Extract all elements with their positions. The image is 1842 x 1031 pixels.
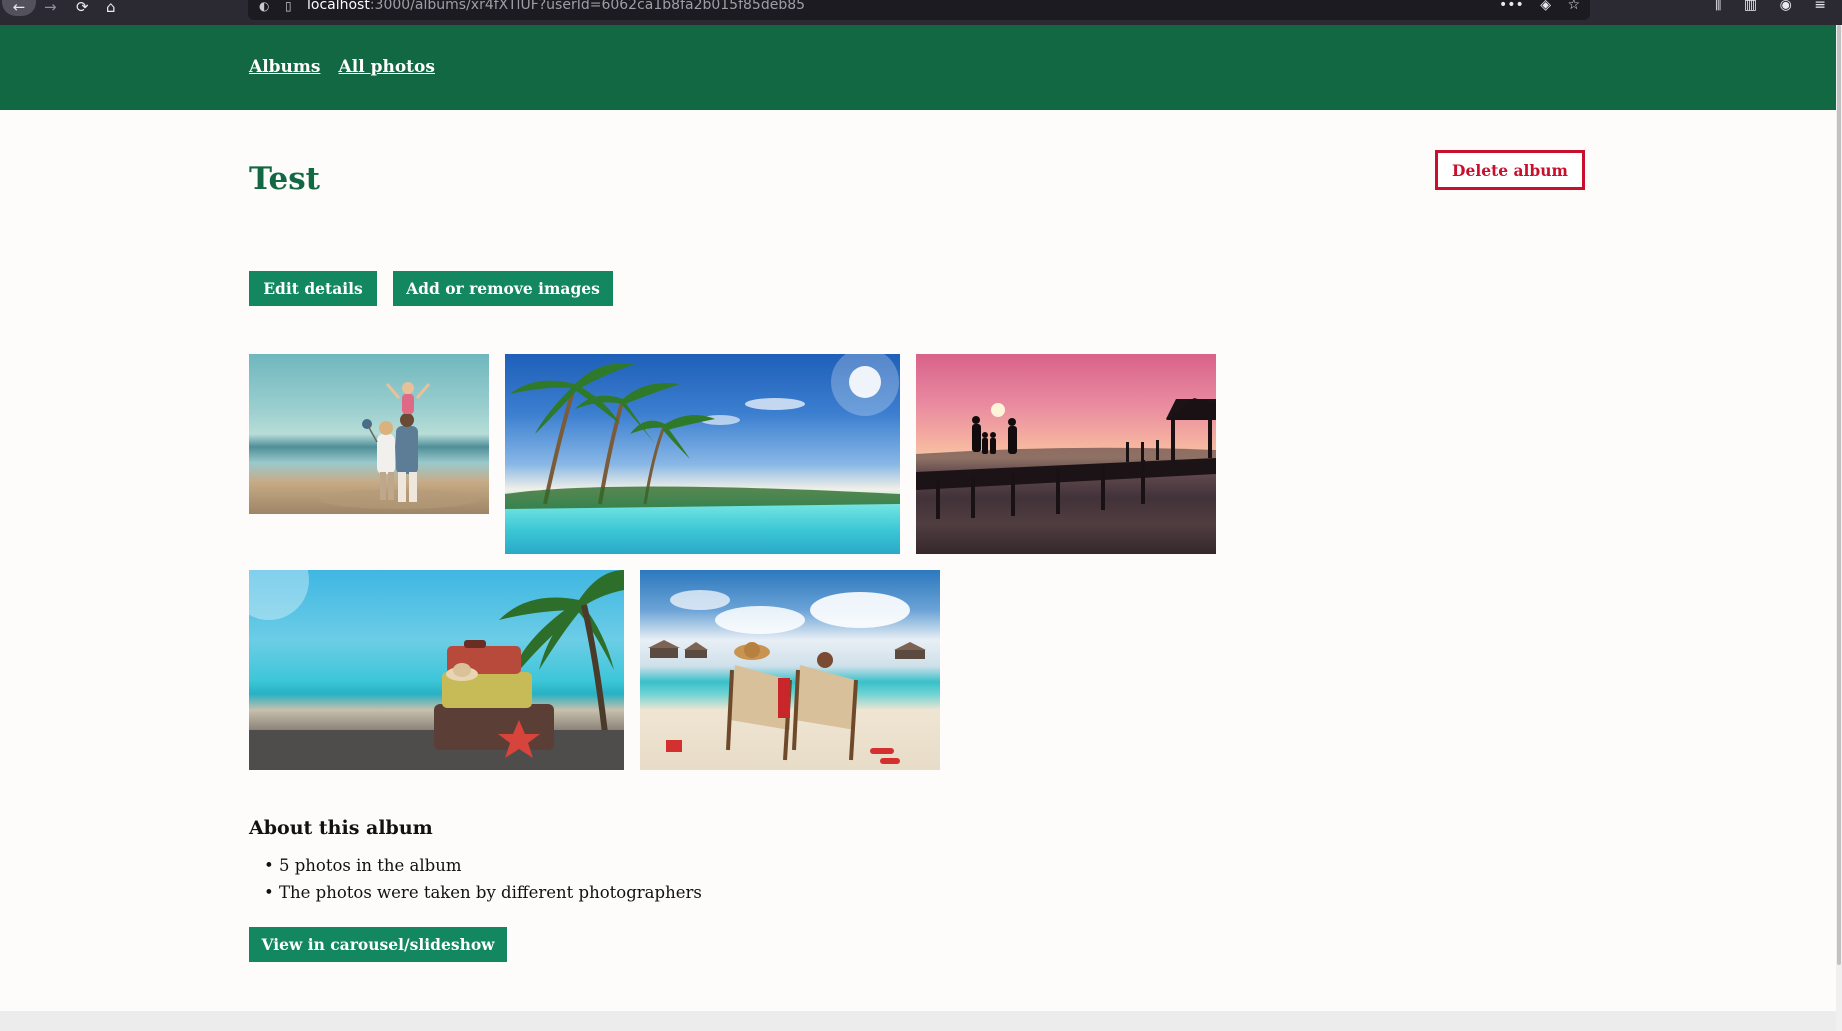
edit-details-button[interactable]: Edit details bbox=[249, 271, 377, 306]
add-remove-images-button[interactable]: Add or remove images bbox=[393, 271, 613, 306]
hamburger-menu-icon[interactable]: ≡ bbox=[1814, 0, 1826, 13]
url-actions: ••• ◈ ☆ bbox=[1487, 0, 1580, 12]
view-carousel-button[interactable]: View in carousel/slideshow bbox=[249, 927, 507, 962]
nav-link-albums[interactable]: Albums bbox=[249, 57, 320, 77]
reload-button[interactable]: ⟳ bbox=[76, 0, 89, 16]
url-text[interactable]: localhost:3000/albums/xr4fXTlUF?userId=6… bbox=[307, 0, 805, 13]
account-icon[interactable]: ◉ bbox=[1780, 0, 1792, 13]
list-item: 5 photos in the album bbox=[264, 856, 702, 883]
page-title: Test bbox=[249, 161, 321, 197]
page-scrollbar[interactable] bbox=[1836, 25, 1842, 1031]
sidebar-icon[interactable]: ▥ bbox=[1744, 0, 1757, 13]
reload-icon: ⟳ bbox=[76, 0, 89, 16]
about-heading: About this album bbox=[249, 817, 433, 839]
url-path: :3000/albums/xr4fXTlUF?userId=6062ca1b8f… bbox=[369, 0, 806, 13]
scrollbar-thumb[interactable] bbox=[1837, 25, 1841, 965]
footer bbox=[0, 1011, 1836, 1031]
browser-toolbar: ← → ⟳ ⌂ ◐ ▯ localhost:3000/albums/xr4fXT… bbox=[0, 0, 1842, 25]
forward-button[interactable]: → bbox=[44, 0, 57, 16]
album-photo[interactable] bbox=[249, 570, 624, 770]
site-header: Albums All photos bbox=[0, 25, 1836, 110]
album-photo[interactable] bbox=[916, 354, 1216, 554]
pocket-icon[interactable]: ◈ bbox=[1540, 0, 1551, 13]
delete-album-button[interactable]: Delete album bbox=[1435, 150, 1585, 190]
page-icon: ▯ bbox=[285, 0, 292, 13]
library-icon[interactable]: ⫼ bbox=[1715, 0, 1721, 13]
back-button[interactable]: ← bbox=[2, 0, 36, 16]
url-bar[interactable]: ◐ ▯ localhost:3000/albums/xr4fXTlUF?user… bbox=[248, 0, 1590, 20]
about-list: 5 photos in the album The photos were ta… bbox=[264, 856, 702, 910]
album-photo[interactable] bbox=[640, 570, 940, 770]
back-arrow-icon: ← bbox=[12, 0, 26, 16]
nav-link-all-photos[interactable]: All photos bbox=[339, 57, 435, 77]
album-photo[interactable] bbox=[249, 354, 489, 514]
main-nav: Albums All photos bbox=[249, 57, 448, 77]
album-photo[interactable] bbox=[505, 354, 900, 554]
forward-arrow-icon: → bbox=[44, 0, 57, 16]
more-actions-icon[interactable]: ••• bbox=[1499, 0, 1524, 13]
list-item: The photos were taken by different photo… bbox=[264, 883, 702, 910]
url-host: localhost bbox=[307, 0, 370, 13]
home-icon: ⌂ bbox=[106, 0, 116, 16]
toolbar-icons: ⫼ ▥ ◉ ≡ bbox=[1697, 0, 1826, 12]
home-button[interactable]: ⌂ bbox=[106, 0, 116, 16]
bookmark-star-icon[interactable]: ☆ bbox=[1567, 0, 1580, 13]
shield-icon[interactable]: ◐ bbox=[259, 0, 269, 12]
